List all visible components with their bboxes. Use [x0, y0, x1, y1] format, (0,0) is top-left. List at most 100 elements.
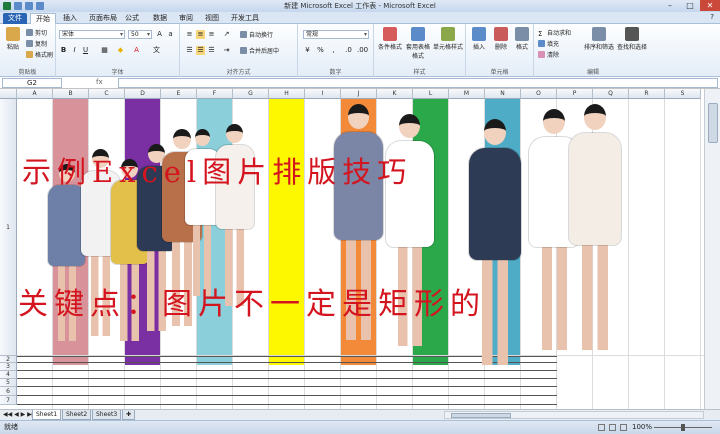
- column-header-J[interactable]: J: [341, 89, 377, 99]
- currency-icon[interactable]: ¥: [303, 46, 312, 55]
- column-header-D[interactable]: D: [125, 89, 161, 99]
- sheet-tab-2[interactable]: Sheet2: [62, 410, 92, 420]
- column-header-C[interactable]: C: [89, 89, 125, 99]
- bold-button[interactable]: B: [59, 46, 68, 55]
- format-cells-button[interactable]: 格式: [511, 27, 533, 51]
- select-all-corner[interactable]: [0, 89, 17, 99]
- row-header-2[interactable]: 2: [0, 356, 17, 363]
- column-header-P[interactable]: P: [557, 89, 593, 99]
- tab-formulas[interactable]: 公式: [120, 13, 144, 24]
- tab-developer[interactable]: 开发工具: [226, 13, 264, 24]
- align-middle-icon[interactable]: ≡: [196, 30, 205, 39]
- new-sheet-icon[interactable]: ✚: [122, 410, 136, 420]
- align-right-icon[interactable]: ☰: [207, 46, 216, 55]
- border-icon[interactable]: ▦: [100, 46, 109, 55]
- column-header-S[interactable]: S: [665, 89, 701, 99]
- number-format-select[interactable]: 常规: [303, 30, 369, 39]
- font-color-icon[interactable]: A: [132, 46, 141, 55]
- horizontal-scroll-thumb[interactable]: [451, 413, 511, 418]
- column-header-E[interactable]: E: [161, 89, 197, 99]
- align-center-icon[interactable]: ☰: [196, 46, 205, 55]
- align-left-icon[interactable]: ☰: [185, 46, 194, 55]
- phonetic-icon[interactable]: 文: [152, 46, 161, 55]
- column-header-Q[interactable]: Q: [593, 89, 629, 99]
- maximize-button[interactable]: □: [680, 0, 700, 11]
- tab-page-layout[interactable]: 页面布局: [84, 13, 122, 24]
- fx-icon[interactable]: fx: [96, 78, 103, 86]
- row-header-6[interactable]: 6: [0, 387, 17, 396]
- font-name-select[interactable]: 宋体: [59, 30, 125, 39]
- column-header-N[interactable]: N: [485, 89, 521, 99]
- normal-view-icon[interactable]: [598, 424, 605, 431]
- comma-icon[interactable]: ,: [329, 46, 338, 55]
- row-header-7[interactable]: 7: [0, 396, 17, 405]
- sheet-tab-1[interactable]: Sheet1: [32, 410, 62, 420]
- horizontal-scrollbar[interactable]: [444, 411, 704, 419]
- row-header-5[interactable]: 5: [0, 379, 17, 387]
- column-header-R[interactable]: R: [629, 89, 665, 99]
- page-layout-view-icon[interactable]: [609, 424, 616, 431]
- shrink-font-icon[interactable]: a: [166, 30, 175, 39]
- column-header-K[interactable]: K: [377, 89, 413, 99]
- name-box[interactable]: G2: [2, 78, 62, 88]
- vertical-scroll-thumb[interactable]: [708, 103, 718, 143]
- help-icon[interactable]: ?: [710, 13, 714, 21]
- sheet-tab-3[interactable]: Sheet3: [92, 410, 122, 420]
- column-header-A[interactable]: A: [17, 89, 53, 99]
- sort-filter-button[interactable]: 排序和筛选: [584, 27, 614, 51]
- percent-icon[interactable]: %: [316, 46, 325, 55]
- column-header-I[interactable]: I: [305, 89, 341, 99]
- increase-decimal-icon[interactable]: .0: [344, 46, 353, 55]
- close-button[interactable]: ✕: [700, 0, 720, 11]
- page-break-view-icon[interactable]: [620, 424, 627, 431]
- font-size-select[interactable]: 50: [128, 30, 152, 39]
- italic-button[interactable]: I: [70, 46, 79, 55]
- copy-button[interactable]: 复制: [26, 39, 47, 48]
- column-header-H[interactable]: H: [269, 89, 305, 99]
- align-bottom-icon[interactable]: ≡: [207, 30, 216, 39]
- zoom-level[interactable]: 100%: [632, 421, 652, 434]
- delete-cells-button[interactable]: 删除: [490, 27, 512, 51]
- tab-review[interactable]: 审阅: [174, 13, 198, 24]
- format-painter-button[interactable]: 格式刷: [26, 50, 53, 59]
- orientation-icon[interactable]: ↗: [222, 30, 231, 39]
- minimize-button[interactable]: –: [660, 0, 680, 11]
- insert-cells-button[interactable]: 插入: [468, 27, 490, 51]
- decrease-decimal-icon[interactable]: .00: [357, 46, 368, 55]
- fill-color-icon[interactable]: ◆: [116, 46, 125, 55]
- column-header-B[interactable]: B: [53, 89, 89, 99]
- fill-button[interactable]: 填充: [538, 39, 559, 48]
- tab-insert[interactable]: 插入: [58, 13, 82, 24]
- tab-file[interactable]: 文件: [3, 13, 27, 24]
- row-header-3[interactable]: 3: [0, 363, 17, 371]
- column-header-G[interactable]: G: [233, 89, 269, 99]
- column-header-F[interactable]: F: [197, 89, 233, 99]
- binoculars-icon: [625, 27, 639, 41]
- grow-font-icon[interactable]: A: [155, 30, 164, 39]
- tab-data[interactable]: 数据: [148, 13, 172, 24]
- column-header-L[interactable]: L: [413, 89, 449, 99]
- column-header-M[interactable]: M: [449, 89, 485, 99]
- paste-button[interactable]: 粘贴: [2, 27, 24, 51]
- wrap-text-button[interactable]: 自动换行: [240, 30, 273, 39]
- find-select-button[interactable]: 查找和选择: [616, 27, 648, 51]
- merge-center-button[interactable]: 合并后居中: [240, 46, 279, 55]
- row-header-1[interactable]: 1: [0, 99, 17, 356]
- clear-button[interactable]: 清除: [538, 50, 559, 59]
- conditional-format-button[interactable]: 条件格式: [376, 27, 404, 51]
- autosum-button[interactable]: Σ 自动求和: [538, 28, 571, 38]
- zoom-slider-thumb[interactable]: [681, 424, 685, 431]
- vertical-scrollbar[interactable]: [704, 89, 720, 409]
- formula-input[interactable]: [118, 78, 718, 88]
- row-header-4[interactable]: 4: [0, 371, 17, 379]
- column-header-O[interactable]: O: [521, 89, 557, 99]
- underline-button[interactable]: U: [81, 46, 90, 55]
- cell-styles-button[interactable]: 单元格样式: [432, 27, 464, 51]
- tab-home[interactable]: 开始: [30, 13, 56, 24]
- cut-button[interactable]: 剪切: [26, 28, 47, 37]
- align-top-icon[interactable]: ≡: [185, 30, 194, 39]
- worksheet-grid[interactable]: ABCDEFGHIJKLMNOPQRS 1234567 示例Excel图片排版技…: [0, 89, 704, 409]
- indent-icon[interactable]: ⇥: [222, 46, 231, 55]
- format-as-table-button[interactable]: 套用表格格式: [404, 27, 432, 60]
- tab-view[interactable]: 视图: [200, 13, 224, 24]
